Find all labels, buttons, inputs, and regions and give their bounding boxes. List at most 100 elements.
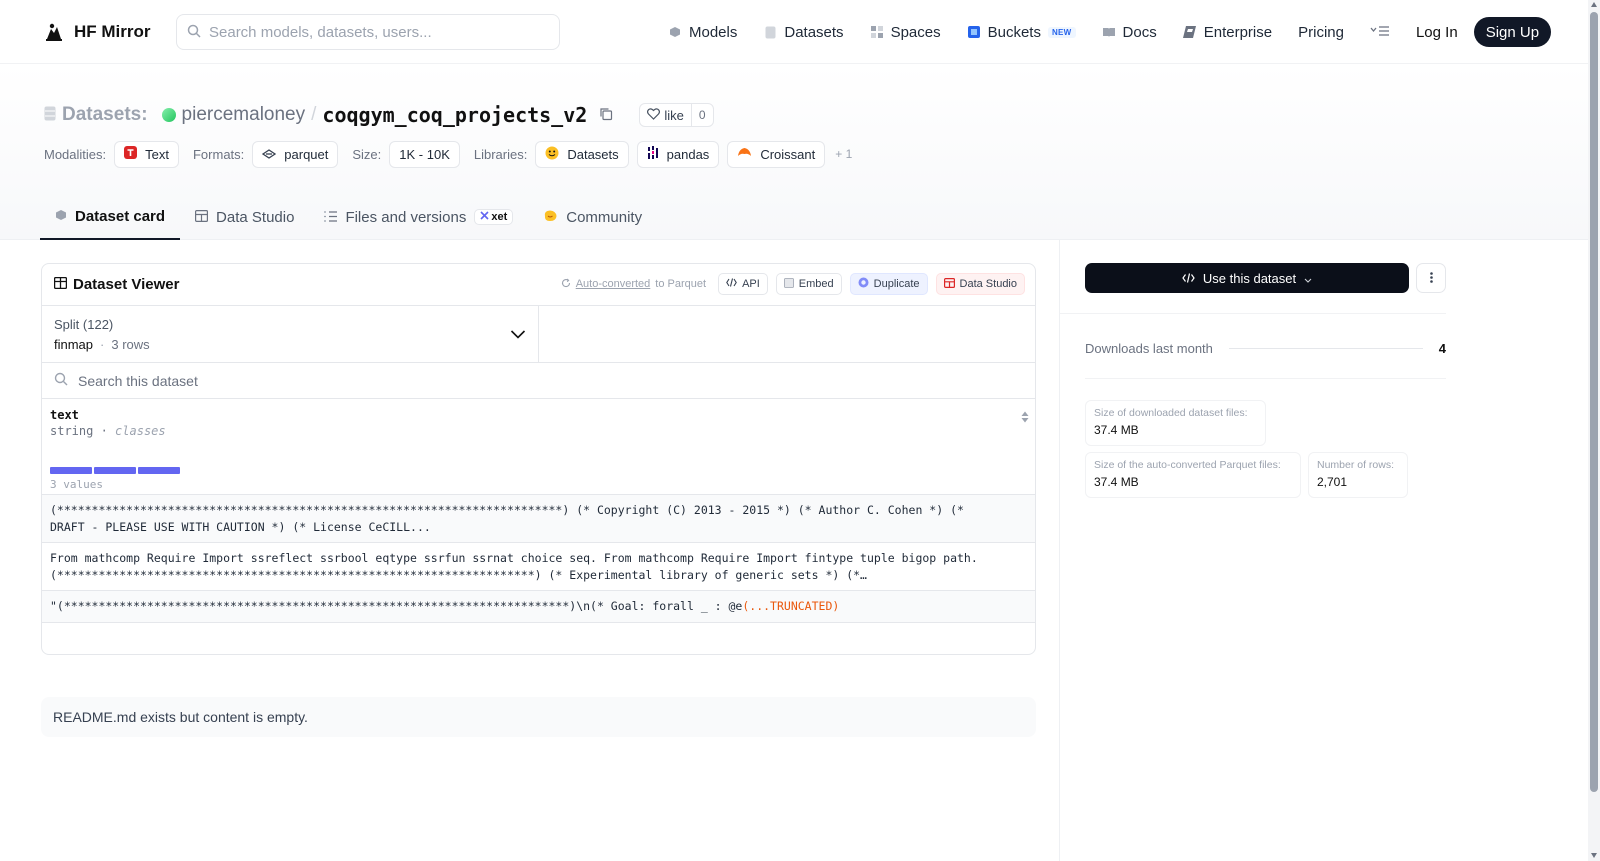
search-icon [187,24,201,41]
nav-pricing[interactable]: Pricing [1298,16,1344,48]
like-count[interactable]: 0 [690,104,713,126]
dataset-search-input[interactable] [78,372,678,389]
sort-icon[interactable] [1021,410,1029,426]
like-label: like [664,107,684,123]
stat-row-count: Number of rows: 2,701 [1308,452,1408,498]
table-row[interactable]: "(**************************************… [42,591,1035,623]
viewer-title[interactable]: Dataset Viewer [53,276,180,293]
split-count-label: Split (122) [54,317,114,332]
class-bar[interactable] [94,467,136,474]
scroll-down-arrow-icon[interactable] [1591,853,1597,858]
tag-modality-label: Text [145,146,169,162]
copy-icon[interactable] [599,107,615,123]
repo-owner-link[interactable]: piercemaloney [182,104,306,126]
viewer-title-label: Dataset Viewer [73,276,180,293]
owner-avatar[interactable] [161,108,176,122]
nav-models[interactable]: Models [668,16,737,48]
like-button[interactable]: like 0 [639,103,714,127]
more-menu-button[interactable] [1370,24,1390,40]
hf-emoji-icon [545,146,559,163]
model-cube-icon [55,208,67,225]
split-selector-row: Split (122) finmap · 3 rows [42,306,1035,363]
scroll-up-arrow-icon[interactable] [1591,2,1597,7]
tag-size[interactable]: 1K - 10K [389,140,460,168]
repo-title: Datasets: piercemaloney / coqgym_coq_pro… [44,100,714,130]
xet-badge: xet [474,209,514,225]
more-options-button[interactable] [1416,263,1446,293]
class-distribution-bars [50,467,180,474]
to-parquet-text: to Parquet [655,278,707,290]
spaces-grid-icon [870,25,884,39]
tab-data-studio[interactable]: Data Studio [180,194,309,240]
sidebar-separator [1060,313,1446,314]
model-cube-icon [668,25,682,39]
text-modality-icon [124,146,138,162]
like-action[interactable]: like [640,108,691,123]
nav-spaces[interactable]: Spaces [870,16,941,48]
stat-value: 37.4 MB [1094,475,1139,489]
kebab-menu-icon [1429,270,1433,286]
dataset-search[interactable] [42,363,1035,399]
files-list-icon [324,209,338,226]
table-row[interactable]: (***************************************… [42,495,1035,543]
page-scrollbar[interactable] [1588,0,1600,861]
split-name: finmap [54,337,94,352]
tag-library-pandas[interactable]: pandas [636,140,720,168]
stat-value: 2,701 [1317,475,1348,489]
login-link[interactable]: Log In [1416,24,1458,41]
embed-icon [783,277,794,291]
embed-button[interactable]: Embed [775,273,842,295]
global-search-input[interactable] [209,23,539,41]
repo-separator: / [311,104,317,125]
chevron-down-icon [1304,271,1312,286]
use-this-dataset-button[interactable]: Use this dataset [1085,263,1409,293]
auto-converted-link[interactable]: Auto-converted [576,278,651,290]
row-text-line: "(**************************************… [50,598,1027,615]
nav-docs[interactable]: Docs [1102,16,1157,48]
downloads-value: 4 [1438,340,1446,356]
nav-enterprise[interactable]: Enterprise [1183,16,1272,48]
heart-icon [647,107,661,123]
tag-modality-text[interactable]: Text [114,140,179,168]
duplicate-button[interactable]: Duplicate [849,273,928,295]
tag-library-label: Croissant [760,146,816,162]
tab-community[interactable]: Community [528,194,657,240]
chevron-down-icon[interactable] [510,326,526,342]
more-libraries-link[interactable]: + 1 [835,147,852,161]
tag-library-datasets[interactable]: Datasets [535,140,629,168]
viewer-header: Dataset Viewer Auto-converted to Parquet… [42,264,1035,306]
pandas-icon [647,145,659,163]
class-bar[interactable] [50,467,92,474]
brand[interactable]: HF Mirror [42,18,151,46]
split-selector[interactable]: Split (122) finmap · 3 rows [42,306,539,363]
tag-format-parquet[interactable]: parquet [252,140,339,168]
stat-label: Number of rows: [1317,459,1395,471]
table-icon [53,276,68,293]
tab-files-and-versions[interactable]: Files and versions xet [309,194,528,240]
column-header-text: text string · classes 3 values [42,399,1035,495]
data-studio-icon [943,277,955,291]
repo-tabs: Dataset card Data Studio Files and versi… [40,194,657,240]
stat-download-size: Size of downloaded dataset files: 37.4 M… [1085,400,1266,446]
data-studio-button[interactable]: Data Studio [935,273,1025,295]
truncated-marker: (...TRUNCATED) [742,599,840,613]
search-icon [54,372,68,389]
signup-button[interactable]: Sign Up [1473,17,1552,47]
main-nav: Models Datasets Spaces Buckets NEW Docs … [668,16,1552,48]
class-bar[interactable] [138,467,180,474]
repo-name-link[interactable]: coqgym_coq_projects_v2 [322,103,587,127]
table-row[interactable]: From mathcomp Require Import ssreflect s… [42,543,1035,591]
tab-label: Data Studio [216,208,295,226]
brand-name: HF Mirror [74,22,151,41]
column-value-count: 3 values [50,478,103,491]
api-button[interactable]: API [718,273,768,295]
stat-label: Size of the auto-converted Parquet files… [1094,459,1281,471]
scrollbar-thumb[interactable] [1590,12,1598,792]
embed-label: Embed [798,278,834,290]
nav-buckets[interactable]: Buckets NEW [967,16,1076,48]
tag-library-croissant[interactable]: Croissant [727,140,826,168]
tab-dataset-card[interactable]: Dataset card [40,194,181,240]
tag-format-label: parquet [284,146,329,162]
nav-datasets[interactable]: Datasets [763,16,844,48]
global-search[interactable] [176,14,560,50]
